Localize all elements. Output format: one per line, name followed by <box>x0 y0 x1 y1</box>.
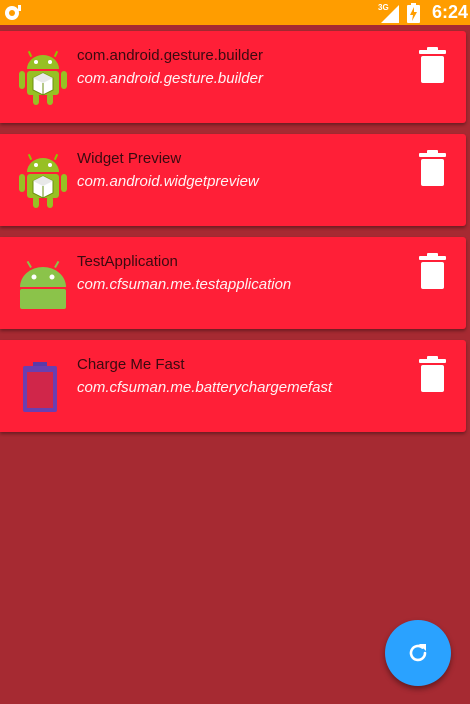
android-package-icon <box>19 153 67 208</box>
app-name: com.android.gesture.builder <box>77 47 263 64</box>
battery-charging-icon <box>407 3 420 23</box>
android-package-icon <box>19 50 67 105</box>
app-package: com.cfsuman.me.testapplication <box>77 276 292 293</box>
debug-icon <box>5 5 21 20</box>
signal-3g-icon: 3G <box>378 3 399 23</box>
trash-icon[interactable] <box>417 356 448 392</box>
app-package: com.android.widgetpreview <box>77 173 259 190</box>
status-time: 6:24 <box>431 2 468 22</box>
trash-icon[interactable] <box>417 253 448 289</box>
app-card[interactable]: Charge Me Fast com.cfsuman.me.batterycha… <box>0 340 466 432</box>
app-card[interactable]: com.android.gesture.builder com.android.… <box>0 31 466 123</box>
app-name: TestApplication <box>77 253 178 270</box>
app-card[interactable]: Widget Preview com.android.widgetpreview <box>0 134 466 226</box>
trash-icon[interactable] <box>417 150 448 186</box>
app-package: com.cfsuman.me.batterychargemefast <box>77 379 333 396</box>
android-default-icon <box>20 260 66 309</box>
svg-text:3G: 3G <box>378 3 389 12</box>
refresh-icon <box>409 644 427 662</box>
refresh-button[interactable] <box>385 620 451 686</box>
app-card[interactable]: TestApplication com.cfsuman.me.testappli… <box>0 237 466 329</box>
app-package: com.android.gesture.builder <box>77 70 263 87</box>
app-name: Charge Me Fast <box>77 356 185 373</box>
status-bar: 3G 6:24 <box>0 0 470 25</box>
trash-icon[interactable] <box>417 47 448 83</box>
battery-app-icon <box>23 362 57 412</box>
app-name: Widget Preview <box>77 150 182 167</box>
